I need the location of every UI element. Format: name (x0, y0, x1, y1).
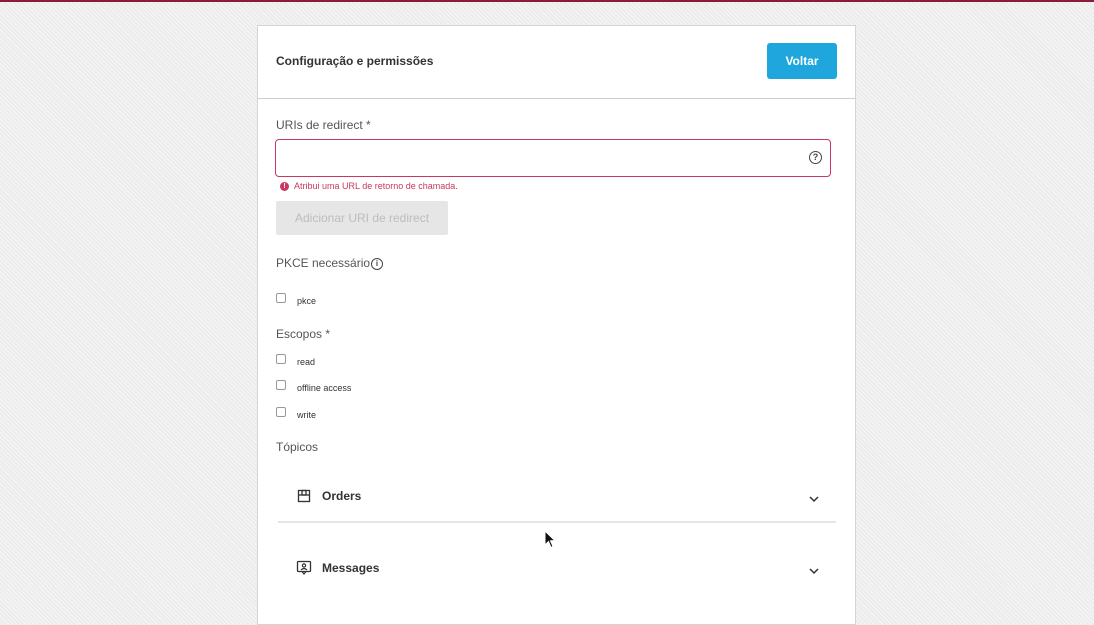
checkbox-label: pkce (297, 296, 317, 306)
topics-label: Tópicos (276, 440, 319, 454)
topic-orders[interactable]: Orders (278, 471, 836, 521)
add-redirect-uri-button[interactable]: Adicionar URI de redirect (276, 201, 448, 235)
info-icon[interactable]: i (371, 258, 383, 270)
help-icon[interactable]: ? (809, 151, 822, 164)
checkbox[interactable] (276, 293, 286, 303)
checkbox-label: read (297, 357, 316, 367)
divider (278, 521, 836, 523)
settings-card: Configuração e permissões Voltar URIs de… (257, 25, 856, 625)
checkbox-write[interactable]: write (276, 404, 316, 420)
checkbox-read[interactable]: read (276, 351, 315, 367)
checkbox[interactable] (276, 407, 286, 417)
topic-label: Orders (322, 489, 362, 503)
redirect-uri-input[interactable]: ? (275, 139, 831, 177)
redirect-uris-label: URIs de redirect * (276, 118, 371, 132)
mouse-cursor-icon (544, 529, 557, 554)
chat-icon (295, 559, 313, 577)
checkbox[interactable] (276, 354, 286, 364)
redirect-error-message: ! Atribui uma URL de retorno de chamada. (280, 181, 458, 191)
page-title: Configuração e permissões (276, 54, 434, 68)
checkbox-label: offline access (297, 383, 352, 393)
scopes-label: Escopos * (276, 327, 331, 341)
checkbox-offline-access[interactable]: offline access (276, 377, 351, 393)
error-text: Atribui uma URL de retorno de chamada. (294, 181, 458, 191)
chevron-down-icon[interactable] (808, 490, 820, 508)
checkbox-pkce[interactable]: pkce (276, 290, 316, 306)
top-border (0, 0, 1094, 2)
box-icon (295, 487, 313, 505)
pkce-label: PKCE necessário (276, 256, 371, 270)
topic-label: Messages (322, 561, 380, 575)
checkbox[interactable] (276, 380, 286, 390)
card-header: Configuração e permissões Voltar (258, 26, 855, 99)
error-icon: ! (280, 181, 289, 191)
chevron-down-icon[interactable] (808, 562, 820, 580)
back-button[interactable]: Voltar (767, 43, 837, 79)
checkbox-label: write (297, 410, 317, 420)
